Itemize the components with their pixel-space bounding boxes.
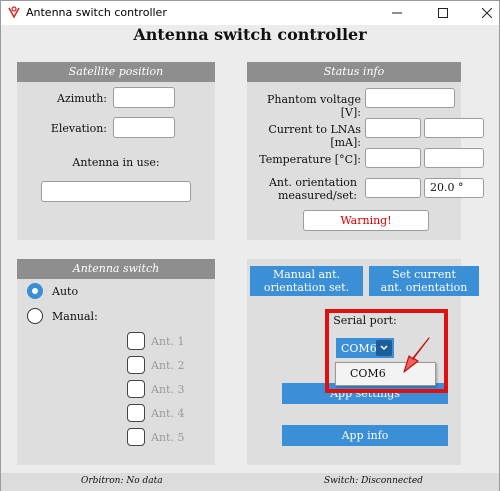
- ant-4-label: Ant. 4: [151, 407, 185, 420]
- manual-orientation-line2: orientation set.: [263, 281, 350, 294]
- close-button[interactable]: [467, 1, 500, 25]
- ant-1-label: Ant. 1: [151, 335, 185, 348]
- status-info-panel: Status info Phantom voltage [V]: Current…: [247, 62, 484, 240]
- satellite-position-panel: Satellite position Azimuth: Elevation: A…: [17, 62, 215, 240]
- ant-4-checkbox[interactable]: [127, 404, 145, 422]
- status-bar: Orbitron: No data Switch: Disconnected: [1, 473, 499, 491]
- set-current-line2: ant. orientation: [380, 281, 468, 294]
- temperature-field-2[interactable]: [424, 148, 484, 168]
- satellite-position-header: Satellite position: [17, 62, 215, 82]
- manual-radio[interactable]: [27, 308, 43, 324]
- phantom-voltage-label: Phantom voltage [V]:: [267, 93, 361, 119]
- maximize-icon: [438, 8, 448, 18]
- status-info-header: Status info: [247, 62, 461, 82]
- antenna-in-use-field[interactable]: [41, 181, 191, 202]
- set-current-line1: Set current: [392, 268, 456, 281]
- antenna-in-use-label: Antenna in use:: [72, 156, 160, 169]
- ant-5-label: Ant. 5: [151, 431, 185, 444]
- orientation-label-line1: Ant. orientation: [268, 176, 357, 189]
- set-current-orientation-button[interactable]: Set current ant. orientation: [369, 266, 479, 296]
- phantom-voltage-field[interactable]: [365, 88, 455, 108]
- annotation-arrow-icon: [403, 337, 430, 373]
- app-info-label: App info: [341, 429, 389, 442]
- switch-status: Switch: Disconnected: [324, 476, 423, 486]
- orbitron-status: Orbitron: No data: [81, 476, 163, 486]
- current-lna-field-2[interactable]: [424, 118, 484, 138]
- app-heading: Antenna switch controller: [133, 25, 367, 44]
- auto-label[interactable]: Auto: [52, 285, 78, 298]
- orientation-set-field[interactable]: 20.0 °: [424, 178, 484, 198]
- current-lna-label: Current to LNAs [mA]:: [268, 123, 361, 149]
- temperature-field-1[interactable]: [365, 148, 421, 168]
- orientation-measured-field[interactable]: [365, 178, 421, 198]
- antenna-switch-header: Antenna switch: [17, 259, 215, 279]
- auto-radio[interactable]: [27, 283, 43, 299]
- current-lna-field-1[interactable]: [365, 118, 421, 138]
- ant-2-checkbox[interactable]: [127, 356, 145, 374]
- close-icon: [482, 8, 492, 18]
- title-bar: Antenna switch controller: [1, 1, 499, 25]
- elevation-field[interactable]: [113, 117, 175, 138]
- ant-3-checkbox[interactable]: [127, 380, 145, 398]
- ant-2-label: Ant. 2: [151, 359, 185, 372]
- ant-5-checkbox[interactable]: [127, 428, 145, 446]
- minimize-icon: [392, 12, 402, 14]
- temperature-label: Temperature [°C]:: [259, 153, 361, 166]
- warning-indicator: Warning!: [303, 210, 429, 231]
- minimize-button[interactable]: [377, 1, 417, 25]
- azimuth-field[interactable]: [113, 87, 175, 108]
- manual-label[interactable]: Manual:: [52, 310, 98, 323]
- maximize-button[interactable]: [423, 1, 463, 25]
- ant-1-checkbox[interactable]: [127, 332, 145, 350]
- ant-3-label: Ant. 3: [151, 383, 185, 396]
- elevation-label: Elevation:: [50, 122, 107, 135]
- app-window: Antenna switch controller Antenna switch…: [0, 0, 500, 491]
- manual-orientation-button[interactable]: Manual ant. orientation set.: [250, 266, 363, 296]
- manual-orientation-line1: Manual ant.: [272, 268, 341, 281]
- antenna-app-icon: [8, 6, 20, 19]
- window-title: Antenna switch controller: [26, 6, 167, 19]
- azimuth-label: Azimuth:: [57, 92, 107, 105]
- app-info-button[interactable]: App info: [282, 425, 448, 446]
- orientation-label-line2: measured/set:: [277, 189, 357, 202]
- antenna-switch-panel: Antenna switch Auto Manual: Ant. 1 Ant. …: [17, 259, 215, 465]
